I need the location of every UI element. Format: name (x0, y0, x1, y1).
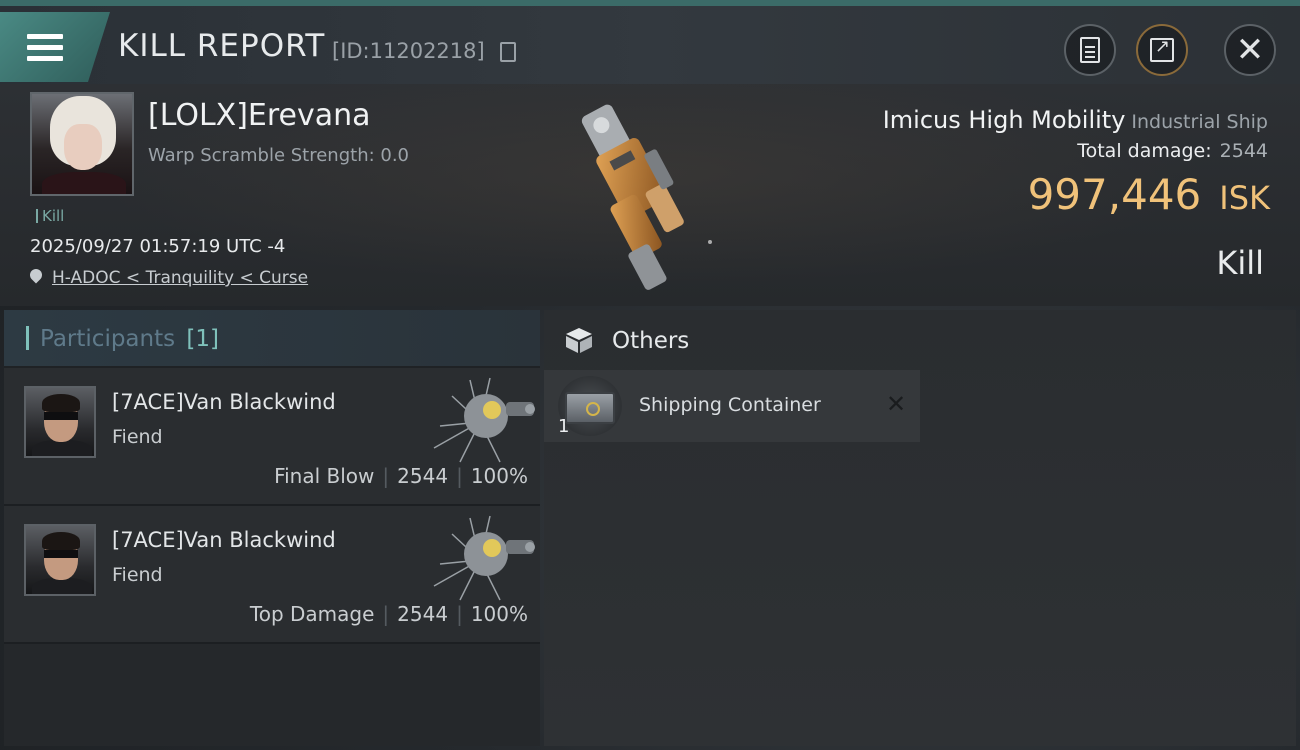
close-button[interactable]: ✕ (1224, 24, 1276, 76)
item-name: Shipping Container (639, 394, 821, 416)
attacker-stats: Top Damage | 2544 | 100% (249, 602, 528, 626)
attacker-stats: Final Blow | 2544 | 100% (274, 464, 528, 488)
participants-title: Participants [1] (40, 326, 219, 352)
participants-count: [1] (186, 326, 220, 352)
destroyed-icon: ✕ (886, 390, 907, 418)
total-damage-value: 2544 (1219, 140, 1268, 162)
warp-scramble-strength: Warp Scramble Strength: 0.0 (148, 145, 410, 166)
attacker-damage: 2544 (397, 464, 449, 488)
menu-button[interactable] (0, 12, 110, 82)
others-panel: Others 1 Shipping Container ✕ (544, 310, 1296, 746)
kill-result: Kill (1216, 244, 1264, 282)
clipboard-icon (1080, 37, 1100, 63)
attacker-portrait[interactable] (24, 524, 96, 596)
report-id: [ID:11202218] (332, 39, 485, 63)
header-bar: KILL REPORT [ID:11202218] ✕ (0, 0, 1300, 84)
isk-unit: ISK (1219, 179, 1270, 217)
participants-panel: Participants [1] [7ACE]Van Blackwind Fie… (4, 310, 540, 746)
others-header: Others (544, 310, 1296, 368)
location-pin-icon (30, 269, 42, 285)
share-icon (1150, 36, 1174, 62)
attacker-role: Top Damage (249, 602, 375, 626)
victim-portrait[interactable] (30, 92, 134, 196)
victim-ship-image[interactable] (540, 92, 740, 297)
attacker-percent: 100% (470, 602, 528, 626)
attacker-portrait[interactable] (24, 386, 96, 458)
attacker-percent: 100% (470, 464, 528, 488)
attacker-role: Final Blow (274, 464, 375, 488)
attacker-name: [7ACE]Van Blackwind (112, 390, 336, 414)
page-title: KILL REPORT (118, 28, 326, 64)
total-damage-label: Total damage: (1077, 140, 1212, 162)
kill-tag: Kill (36, 207, 64, 225)
attacker-ship: Fiend (112, 426, 163, 448)
others-title: Others (612, 328, 690, 354)
share-button[interactable] (1136, 24, 1188, 76)
attacker-ship-icon[interactable] (430, 376, 540, 466)
copy-icon[interactable] (500, 42, 516, 62)
isk-amount: 997,446 (1027, 170, 1202, 219)
attacker-ship-icon[interactable] (430, 514, 540, 604)
participant-row[interactable]: [7ACE]Van Blackwind Fiend Final Blow | 254… (4, 368, 540, 506)
victim-ship-name[interactable]: Imicus High Mobility Industrial Ship (883, 106, 1268, 134)
close-icon: ✕ (1235, 30, 1265, 70)
item-quantity: 1 (558, 416, 570, 437)
kill-timestamp: 2025/09/27 01:57:19 UTC -4 (30, 236, 286, 257)
ship-class: Industrial Ship (1131, 111, 1268, 133)
dropped-item[interactable]: 1 Shipping Container ✕ (544, 370, 920, 442)
participant-row[interactable]: [7ACE]Van Blackwind Fiend Top Damage | 254… (4, 506, 540, 644)
location-link[interactable]: H-ADOC < Tranquility < Curse (52, 268, 308, 288)
attacker-damage: 2544 (397, 602, 449, 626)
participants-label: Participants (40, 326, 176, 352)
participants-tab[interactable]: Participants [1] (4, 310, 540, 368)
clipboard-button[interactable] (1064, 24, 1116, 76)
location: H-ADOC < Tranquility < Curse (30, 268, 308, 288)
attacker-name: [7ACE]Van Blackwind (112, 528, 336, 552)
victim-name[interactable]: [LOLX]Erevana (148, 98, 371, 133)
total-damage: Total damage: 2544 (1077, 140, 1268, 162)
ship-name-text: Imicus High Mobility (882, 106, 1126, 134)
isk-value: 997,446 ISK (1028, 170, 1270, 219)
box-icon (566, 328, 592, 353)
victim-banner: [LOLX]Erevana Warp Scramble Strength: 0.… (0, 84, 1300, 306)
menu-icon (27, 34, 63, 67)
attacker-ship: Fiend (112, 564, 163, 586)
